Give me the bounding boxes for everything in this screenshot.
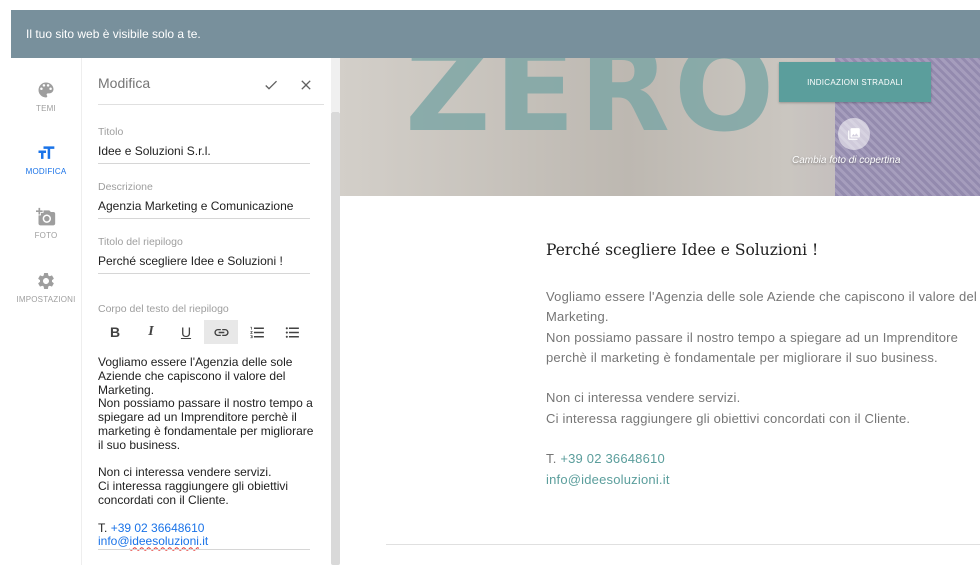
title-label: Titolo [98, 126, 124, 138]
italic-button[interactable]: I [134, 320, 168, 344]
panel-title: Modifica [98, 75, 151, 91]
summary-body: Vogliamo essere l'Agenzia delle sole Azi… [546, 287, 980, 490]
body-paragraph: Ci interessa raggiungere gli obiettivi c… [98, 479, 289, 507]
add-photo-icon [36, 207, 56, 226]
check-icon [265, 80, 277, 90]
bullet-list-icon [285, 326, 299, 338]
description-label: Descrizione [98, 181, 153, 193]
photo-library-icon [848, 128, 860, 140]
bold-button[interactable]: B [98, 320, 132, 344]
panel-scrollbar[interactable] [331, 112, 340, 565]
summary-line: Non possiamo passare il nostro tempo a s… [546, 329, 959, 345]
summary-line: Non ci interessa vendere servizi. [546, 390, 741, 406]
header-divider [98, 104, 324, 105]
change-cover-button[interactable] [838, 118, 870, 150]
close-icon [301, 80, 311, 90]
numbered-list-button[interactable] [240, 320, 274, 344]
body-paragraph: Vogliamo essere l'Agenzia delle sole Azi… [98, 355, 293, 397]
summary-line: Vogliamo essere l'Agenzia delle sole Azi… [546, 289, 977, 304]
summary-title-field[interactable]: Perché scegliere Idee e Soluzioni ! [98, 254, 310, 274]
summary-title-label: Titolo del riepilogo [98, 236, 183, 248]
summary-body-editor[interactable]: Vogliamo essere l'Agenzia delle sole Azi… [98, 355, 318, 549]
summary-line: perchè il marketing è fondamentale per m… [546, 349, 938, 365]
summary-line: Ci interessa raggiungere gli obiettivi c… [546, 410, 911, 426]
palette-icon [38, 82, 54, 98]
confirm-button[interactable] [263, 77, 279, 93]
summary-heading: Perché scegliere Idee e Soluzioni ! [546, 241, 819, 259]
email-link[interactable]: info@ideesoluzioni.it [546, 470, 980, 490]
nav-label-photos: FOTO [34, 231, 58, 240]
nav-item-edit[interactable]: MODIFICA [11, 143, 81, 176]
email-domain: ideesoluzioni [129, 534, 199, 549]
numbered-list-icon [249, 326, 264, 338]
phone-link[interactable]: +39 02 36648610 [111, 521, 205, 535]
email-user: info@ [98, 534, 130, 549]
nav-item-settings[interactable]: IMPOSTAZIONI [11, 271, 81, 304]
body-paragraph: Non ci interessa vendere servizi. [98, 465, 272, 480]
body-underline [98, 549, 310, 550]
link-button[interactable] [204, 320, 238, 344]
body-phone-line: T. +39 02 36648610 [98, 520, 318, 536]
text-size-icon [38, 146, 55, 159]
nav-item-themes[interactable]: TEMI [11, 80, 81, 113]
directions-button[interactable]: INDICAZIONI STRADALI [779, 62, 931, 102]
nav-item-photos[interactable]: FOTO [11, 207, 81, 240]
visibility-banner: Il tuo sito web è visibile solo a te. [11, 10, 980, 58]
edit-panel: Modifica Titolo Idee e Soluzioni S.r.l. … [81, 58, 331, 565]
nav-label-themes: TEMI [36, 104, 56, 113]
settings-icon [38, 273, 54, 289]
change-cover-label: Cambia foto di copertina [792, 155, 901, 166]
section-divider [386, 544, 980, 545]
cover-photo: ZERO INDICAZIONI STRADALI Cambia foto di… [340, 58, 980, 196]
close-button[interactable] [298, 77, 314, 93]
nav-label-settings: IMPOSTAZIONI [16, 295, 76, 304]
summary-body-label: Corpo del testo del riepilogo [98, 303, 229, 315]
editor-side-nav: TEMI MODIFICA FOTO IMPOSTAZIONI [11, 58, 81, 565]
phone-link[interactable]: +39 02 36648610 [560, 451, 665, 466]
underline-button[interactable]: U [169, 320, 203, 344]
body-paragraph: Non possiamo passare il nostro tempo a s… [98, 396, 314, 452]
scrollbar-track [331, 58, 340, 112]
link-icon [213, 328, 229, 336]
title-field[interactable]: Idee e Soluzioni S.r.l. [98, 144, 310, 164]
summary-phone-line: T. +39 02 36648610 [546, 449, 980, 469]
bullet-list-button[interactable] [275, 320, 309, 344]
format-toolbar: B I U [98, 320, 310, 344]
nav-label-edit: MODIFICA [25, 167, 67, 176]
phone-prefix: T. [98, 520, 108, 535]
email-tld: .it [198, 534, 209, 549]
description-field[interactable]: Agenzia Marketing e Comunicazione [98, 199, 310, 219]
email-link[interactable]: info@ideesoluzioni.it [98, 534, 318, 549]
cover-photo-text: ZERO [405, 58, 779, 158]
phone-prefix: T. [546, 451, 557, 467]
visibility-banner-text: Il tuo sito web è visibile solo a te. [26, 27, 201, 41]
summary-line: Marketing. [546, 309, 609, 325]
